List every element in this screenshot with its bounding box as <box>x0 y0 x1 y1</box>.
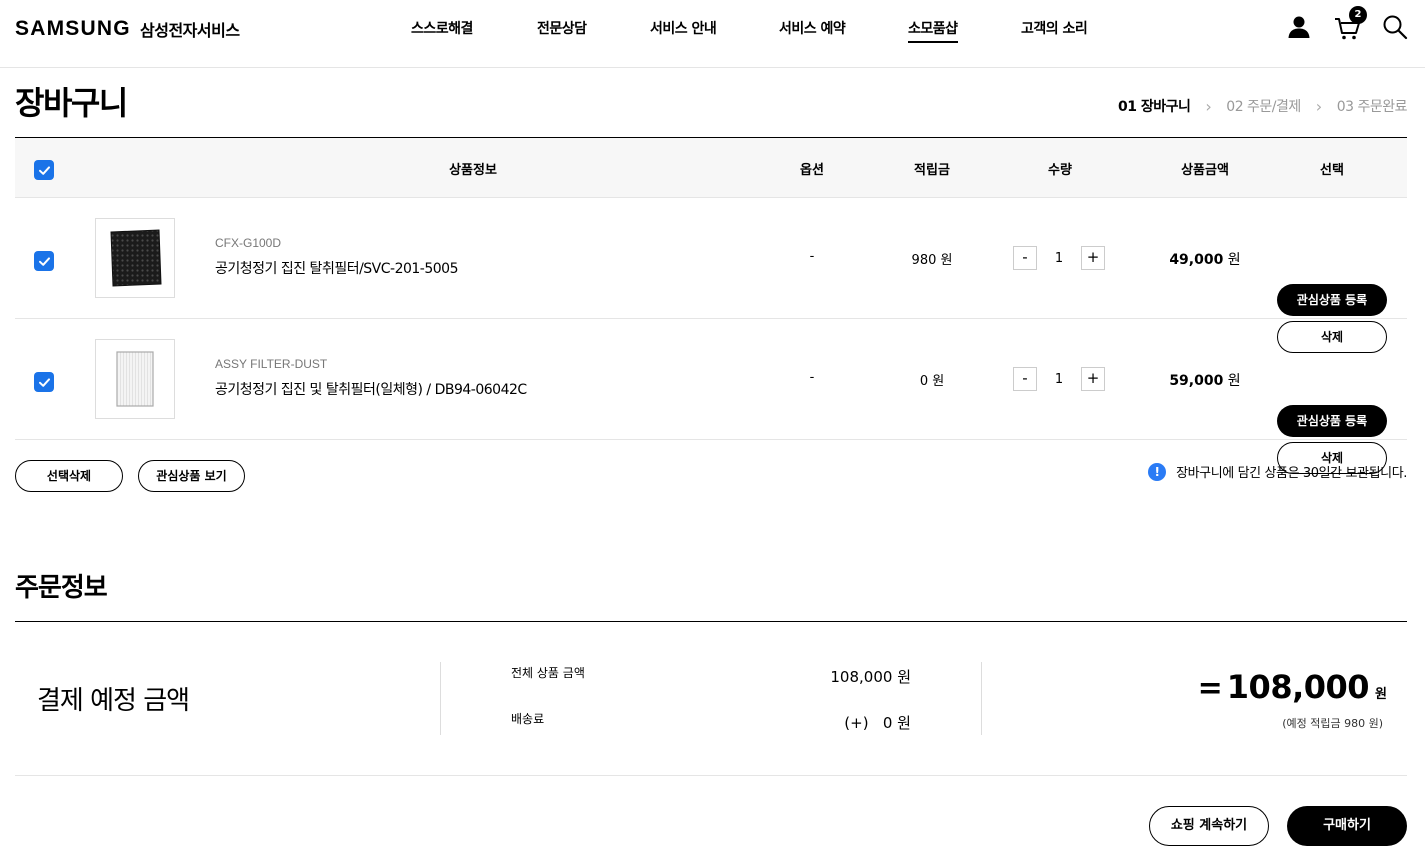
subtotal-label: 전체 상품 금액 <box>511 666 585 680</box>
product-image[interactable] <box>95 339 175 419</box>
qty-decrease-button[interactable]: - <box>1013 367 1037 391</box>
expected-points-note: (예정 적립금 980 원) <box>1282 717 1383 730</box>
col-select: 선택 <box>1320 163 1344 178</box>
nav-parts-shop[interactable]: 소모품샵 <box>908 18 958 43</box>
dust-filter-image <box>116 351 154 407</box>
product-price: 59,000 원 <box>1169 370 1240 390</box>
qty-increase-button[interactable]: + <box>1081 367 1105 391</box>
chevron-right-icon: › <box>1315 96 1322 116</box>
cart-count-badge: 2 <box>1349 6 1367 24</box>
price-unit: 원 <box>1227 252 1241 268</box>
step-complete: 03 주문완료 <box>1336 99 1408 115</box>
quantity-stepper: - 1 + <box>1013 246 1105 270</box>
page-title: 장바구니 <box>15 84 128 122</box>
order-info-title: 주문정보 <box>15 573 108 603</box>
search-icon[interactable] <box>1382 14 1408 40</box>
order-steps: 01 장바구니 › 02 주문/결제 › 03 주문완료 <box>1117 96 1408 116</box>
nav-service-guide[interactable]: 서비스 안내 <box>650 18 717 38</box>
item-checkbox[interactable] <box>34 251 54 271</box>
order-summary: 결제 예정 금액 전체 상품 금액 108,000 원 배송료 (+) 0 원 … <box>15 621 1407 776</box>
product-name[interactable]: 공기청정기 집진 및 탈취필터(일체형) / DB94-06042C <box>215 379 527 399</box>
user-icon[interactable] <box>1286 14 1312 40</box>
col-quantity: 수량 <box>1048 163 1072 178</box>
carbon-filter-image <box>110 229 162 287</box>
product-points: 980 원 <box>911 253 953 268</box>
cart-retention-notice: ! 장바구니에 담긴 상품은 30일간 보관됩니다. <box>1148 462 1407 481</box>
col-price: 상품금액 <box>1181 163 1229 178</box>
price-amount: 59,000 <box>1169 373 1224 389</box>
equals-sign: = <box>1197 671 1223 706</box>
divider <box>440 662 441 735</box>
item-checkbox[interactable] <box>34 372 54 392</box>
add-wishlist-button[interactable]: 관심상품 등록 <box>1277 284 1387 316</box>
qty-value: 1 <box>1054 250 1064 266</box>
col-product-info: 상품정보 <box>449 163 497 178</box>
product-model: CFX-G100D <box>215 236 282 250</box>
nav-service-booking[interactable]: 서비스 예약 <box>779 18 846 38</box>
view-wishlist-button[interactable]: 관심상품 보기 <box>138 460 245 492</box>
price-unit: 원 <box>1227 373 1241 389</box>
site-header: SAMSUNG 삼성전자서비스 스스로해결 전문상담 서비스 안내 서비스 예약… <box>0 0 1425 68</box>
nav-customer-voice[interactable]: 고객의 소리 <box>1021 18 1088 38</box>
notice-text: 장바구니에 담긴 상품은 30일간 보관됩니다. <box>1176 466 1407 481</box>
qty-decrease-button[interactable]: - <box>1013 246 1037 270</box>
qty-increase-button[interactable]: + <box>1081 246 1105 270</box>
product-price: 49,000 원 <box>1169 249 1240 269</box>
cart-table: 상품정보 옵션 적립금 수량 상품금액 선택 CFX-G100D 공기청정기 집… <box>15 137 1407 474</box>
total-value: 108,000 <box>1226 668 1370 706</box>
qty-value: 1 <box>1054 371 1064 387</box>
samsung-logo[interactable]: SAMSUNG <box>15 17 131 41</box>
continue-shopping-button[interactable]: 쇼핑 계속하기 <box>1149 806 1269 846</box>
shipping-label: 배송료 <box>511 712 545 726</box>
total-unit: 원 <box>1375 687 1387 702</box>
nav-self-help[interactable]: 스스로해결 <box>411 18 473 38</box>
product-points: 0 원 <box>919 374 945 389</box>
info-icon: ! <box>1148 462 1167 481</box>
product-image[interactable] <box>95 218 175 298</box>
price-amount: 49,000 <box>1169 252 1224 268</box>
product-option: - <box>809 249 815 264</box>
table-row: ASSY FILTER-DUST 공기청정기 집진 및 탈취필터(일체형) / … <box>15 319 1407 474</box>
divider <box>981 662 982 735</box>
col-option: 옵션 <box>800 163 824 178</box>
subtotal-value: 108,000 원 <box>830 668 911 686</box>
col-points: 적립금 <box>914 163 950 178</box>
table-row: CFX-G100D 공기청정기 집진 탈취필터/SVC-201-5005 - 9… <box>15 198 1407 353</box>
shipping-value: (+) 0 원 <box>844 714 911 732</box>
step-cart: 01 장바구니 <box>1117 99 1191 115</box>
service-logo-text[interactable]: 삼성전자서비스 <box>140 17 240 41</box>
total-amount: = 108,000 원 <box>1198 668 1387 706</box>
step-checkout: 02 주문/결제 <box>1226 99 1301 115</box>
delete-selected-button[interactable]: 선택삭제 <box>15 460 123 492</box>
table-header: 상품정보 옵션 적립금 수량 상품금액 선택 <box>15 138 1407 198</box>
payment-amount-label: 결제 예정 금액 <box>37 686 190 716</box>
product-model: ASSY FILTER-DUST <box>215 357 328 371</box>
add-wishlist-button[interactable]: 관심상품 등록 <box>1277 405 1387 437</box>
product-option: - <box>809 370 815 385</box>
quantity-stepper: - 1 + <box>1013 367 1105 391</box>
nav-consultation[interactable]: 전문상담 <box>537 18 587 38</box>
select-all-checkbox[interactable] <box>34 160 54 180</box>
chevron-right-icon: › <box>1205 96 1212 116</box>
buy-button[interactable]: 구매하기 <box>1287 806 1407 846</box>
product-name[interactable]: 공기청정기 집진 탈취필터/SVC-201-5005 <box>215 258 459 278</box>
